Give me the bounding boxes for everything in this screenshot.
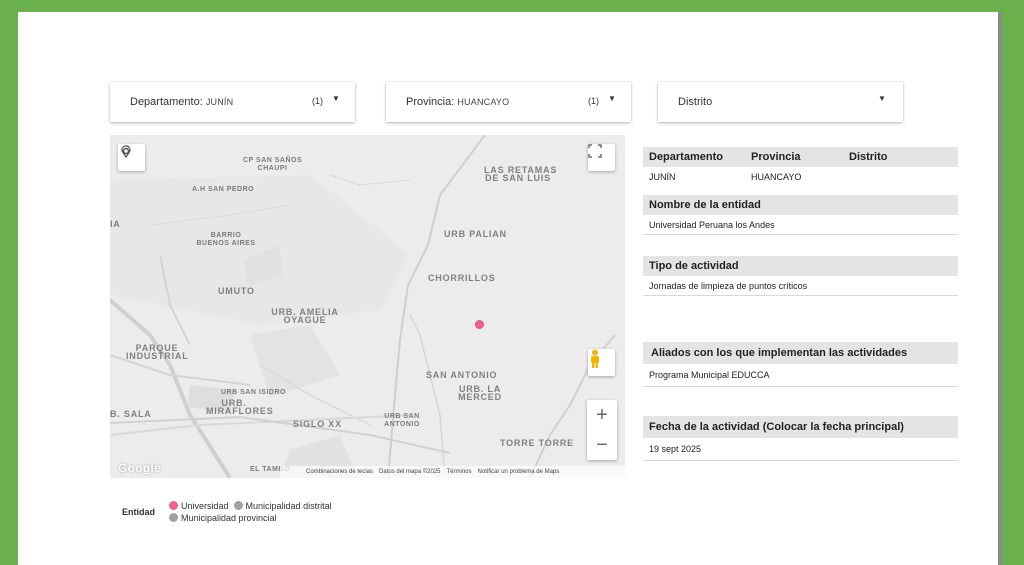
legend-item-municipalidad-distrital[interactable]: Municipalidad distrital [233,500,332,511]
map-label: B. SALA [110,409,152,419]
map-label: URB. MIRAFLORES [206,398,274,416]
fullscreen-icon[interactable] [588,144,615,171]
legend-swatch [169,501,178,510]
location-table-row: JUNÍN HUANCAYO [643,167,958,186]
map-label: CHORRILLOS [428,273,496,283]
zoom-in-button[interactable]: + [587,400,617,430]
map-label: UMUTO [218,286,255,296]
fecha-section: Fecha de la actividad (Colocar la fecha … [643,416,958,461]
google-logo: Google [118,461,162,475]
locate-icon[interactable] [118,144,145,171]
fecha-value: 19 sept 2025 [643,438,958,461]
map-roads [110,135,616,478]
map-label: IA [110,219,121,229]
page-edge [998,12,1002,565]
departamento-filter-count: (1) [312,96,323,106]
map-data-text: Datos del mapa ©2025 [379,469,441,475]
aliados-header: Aliados con los que implementan las acti… [643,342,958,364]
legend-item-universidad[interactable]: Universidad [169,500,229,511]
departamento-value: JUNÍN [649,171,676,182]
map-label: A.H SAN PEDRO [192,186,255,193]
entidad-header: Nombre de la entidad [643,195,958,215]
map-label: URB PALIAN [444,229,507,239]
legend-item-municipalidad-provincial[interactable]: Municipalidad provincial [169,512,277,523]
legend-title: Entidad [122,507,155,517]
entidad-section: Nombre de la entidad Universidad Peruana… [643,195,958,235]
departamento-filter[interactable]: Departamento: JUNÍN (1) ▼ [110,82,355,122]
zoom-control: + − [587,400,617,460]
column-header-provincia: Provincia [751,151,801,163]
tipo-actividad-section: Tipo de actividad Jornadas de limpieza d… [643,256,958,296]
legend-swatch [233,501,243,510]
legend-swatch [169,513,178,522]
provincia-value: HUANCAYO [751,171,802,182]
location-table: Departamento Provincia Distrito JUNÍN HU… [643,147,958,186]
map-label: PARQUE INDUSTRIAL [126,343,189,361]
map-label: CP SAN SAÑOS CHAUPI [243,157,303,172]
entidad-value: Universidad Peruana los Andes [643,215,958,235]
aliados-value: Programa Municipal EDUCCA [643,364,958,387]
map-view[interactable]: CP SAN SAÑOS CHAUPI A.H SAN PEDRO LAS RE… [110,135,625,478]
distrito-filter[interactable]: Distrito ▼ [658,82,903,122]
keyboard-shortcuts-link[interactable]: Combinaciones de teclas [306,469,373,475]
zoom-out-button[interactable]: − [587,430,617,460]
map-label: LAS RETAMAS DE SAN LUIS [484,165,558,183]
provincia-filter-label: Provincia: HUANCAYO [406,96,510,108]
map-label: SIGLO XX [293,419,342,429]
report-page: Departamento: JUNÍN (1) ▼ Provincia: HUA… [18,12,998,565]
map-label: URB. LA MERCED [458,384,502,402]
fecha-header: Fecha de la actividad (Colocar la fecha … [643,416,958,438]
map-attribution: Combinaciones de teclas Datos del mapa ©… [280,466,625,478]
tipo-actividad-header: Tipo de actividad [643,256,958,276]
departamento-filter-label: Departamento: JUNÍN [130,96,234,108]
map-label: TORRE TORRE [500,438,574,448]
chevron-down-icon[interactable]: ▼ [332,94,340,103]
chevron-down-icon[interactable]: ▼ [878,94,886,103]
distrito-filter-label: Distrito [678,96,713,108]
provincia-filter[interactable]: Provincia: HUANCAYO (1) ▼ [386,82,631,122]
column-header-distrito: Distrito [849,151,888,163]
provincia-filter-count: (1) [588,96,599,106]
chevron-down-icon[interactable]: ▼ [608,94,616,103]
map-label: URB SAN ANTONIO [384,413,420,428]
terms-link[interactable]: Términos [447,469,472,475]
aliados-section: Aliados con los que implementan las acti… [643,342,958,387]
report-problem-link[interactable]: Notificar un problema de Maps [478,469,560,475]
map-label: SAN ANTONIO [426,370,498,380]
map-label: BARRIO BUENOS AIRES [196,232,256,247]
universidad-marker[interactable] [475,320,484,329]
column-header-departamento: Departamento [649,151,723,163]
street-view-pegman-icon[interactable] [588,349,615,376]
location-table-header: Departamento Provincia Distrito [643,147,958,167]
map-label: URB SAN ISIDRO [221,389,286,396]
tipo-actividad-value: Jornadas de limpieza de puntos críticos [643,276,958,296]
map-label: URB. AMELIA OYAGUE [271,307,339,325]
